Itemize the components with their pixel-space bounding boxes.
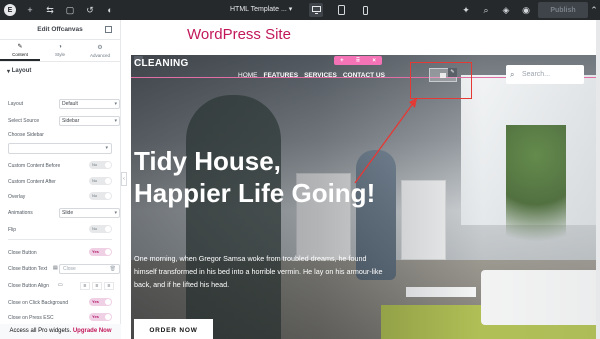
nav-contact[interactable]: CONTACT US	[343, 72, 385, 79]
row-layout: Layout Default	[8, 99, 120, 111]
tab-style[interactable]: ◑ Style	[40, 40, 80, 61]
publish-options-chevron-icon[interactable]: ⌃	[588, 0, 600, 20]
animations-select[interactable]: Slide	[59, 208, 120, 218]
layout-select[interactable]: Default	[59, 99, 120, 109]
row-close-on-esc: Close on Press ESC Yes	[8, 313, 114, 324]
history-icon[interactable]: ↺	[80, 0, 100, 20]
site-search-input[interactable]: ⌕ Search...	[506, 65, 584, 84]
site-preview: WordPress Site + ⠿ × CLEANING HOME FEATU…	[127, 20, 600, 339]
row-close-button: Close Button Yes	[8, 248, 114, 258]
panel-title: Edit Offcanvas	[37, 26, 83, 33]
chevron-down-icon: ▾	[288, 6, 293, 13]
row-select-source: Select Source Sidebar	[8, 116, 120, 128]
document-title-dropdown[interactable]: HTML Template ... ▾	[230, 0, 292, 20]
settings-sliders-icon[interactable]: ⇆	[40, 0, 60, 20]
pro-promo-bar: Access all Pro widgets. Upgrade Now	[0, 324, 121, 339]
align-right-button[interactable]: ≡	[104, 282, 114, 290]
align-left-button[interactable]: ≡	[80, 282, 90, 290]
preview-eye-icon[interactable]: ◉	[518, 0, 534, 20]
row-flip: Flip No	[8, 225, 114, 235]
row-close-button-text: Close Button Text ▤ Close 🗑	[8, 264, 120, 276]
page-icon[interactable]: ▢	[60, 0, 80, 20]
custom-before-toggle[interactable]: No	[89, 161, 112, 169]
section-handle[interactable]: + ⠿ ×	[334, 56, 382, 65]
close-on-click-bg-toggle[interactable]: Yes	[89, 298, 112, 306]
site-logo[interactable]: CLEANING	[134, 58, 189, 69]
row-choose-sidebar: Choose Sidebar	[8, 132, 44, 138]
flip-toggle[interactable]: No	[89, 225, 112, 233]
notifications-icon[interactable]: ✦	[458, 0, 474, 20]
nav-home[interactable]: HOME	[238, 72, 258, 79]
widgets-grid-icon[interactable]	[105, 26, 112, 33]
mobile-icon[interactable]	[358, 3, 372, 17]
preview-scrollbar[interactable]	[596, 20, 600, 339]
panel-tabs: ✎ Content ◑ Style ⚙ Advanced	[0, 40, 120, 62]
order-now-button[interactable]: ORDER NOW	[134, 319, 213, 339]
tab-advanced[interactable]: ⚙ Advanced	[80, 40, 120, 61]
trash-icon[interactable]: 🗑	[110, 265, 116, 274]
row-animations: Animations Slide	[8, 208, 120, 220]
site-nav: HOME FEATURES SERVICES CONTACT US	[238, 72, 385, 79]
layers-icon[interactable]: ◈	[498, 0, 514, 20]
nav-services[interactable]: SERVICES	[304, 72, 337, 79]
tablet-icon[interactable]	[334, 3, 348, 17]
upgrade-now-link[interactable]: Upgrade Now	[73, 328, 112, 334]
annotation-highlight-box	[410, 62, 472, 99]
row-close-on-click-bg: Close on Click Background Yes	[8, 298, 114, 308]
pencil-icon: ✎	[17, 43, 23, 50]
drag-handle-icon[interactable]: ⠿	[356, 57, 360, 64]
select-source-select[interactable]: Sidebar	[59, 116, 120, 126]
panel-header: Edit Offcanvas	[0, 20, 120, 40]
close-on-esc-toggle[interactable]: Yes	[89, 313, 112, 321]
close-icon[interactable]: ×	[372, 58, 376, 64]
divider	[8, 239, 112, 240]
add-icon[interactable]: +	[20, 0, 40, 20]
top-bar: E + ⇆ ▢ ↺ ◐ HTML Template ... ▾ ✦ ⌕ ◈ ◉ …	[0, 0, 600, 20]
row-custom-before: Custom Content Before No	[8, 161, 114, 171]
row-overlay: Overlay No	[8, 192, 114, 202]
align-center-button[interactable]: ≡	[92, 282, 102, 290]
style-icon: ◑	[58, 44, 62, 50]
custom-after-toggle[interactable]: No	[89, 177, 112, 185]
search-icon[interactable]: ⌕	[478, 0, 494, 20]
responsive-desktop-icon[interactable]: ▭	[58, 282, 63, 288]
row-close-button-align: Close Button Align ▭ ≡ ≡ ≡	[8, 282, 114, 292]
desktop-icon[interactable]	[309, 3, 323, 17]
nav-features[interactable]: FEATURES	[264, 72, 299, 79]
contrast-icon[interactable]: ◐	[100, 0, 120, 20]
close-button-toggle[interactable]: Yes	[89, 248, 112, 256]
editor-panel: Edit Offcanvas ✎ Content ◑ Style ⚙ Advanced…	[0, 20, 121, 339]
close-button-text-input[interactable]: Close 🗑	[59, 264, 120, 274]
choose-sidebar-select[interactable]	[8, 143, 112, 154]
preview-label: WordPress Site	[187, 26, 291, 43]
elementor-logo-icon[interactable]: E	[0, 0, 20, 20]
hero-paragraph: One morning, when Gregor Samsa woke from…	[134, 254, 383, 289]
row-custom-after: Custom Content After No	[8, 177, 114, 187]
publish-button[interactable]: Publish	[538, 2, 588, 18]
tab-content[interactable]: ✎ Content	[0, 40, 40, 61]
search-icon: ⌕	[510, 70, 515, 79]
hero-heading: Tidy House, Happier Life Going!	[134, 146, 376, 208]
section-layout-toggle[interactable]: ▾ Layout	[0, 62, 120, 80]
overlay-toggle[interactable]: No	[89, 192, 112, 200]
dynamic-tags-icon[interactable]: ▤	[53, 265, 58, 271]
gear-icon: ⚙	[97, 44, 103, 51]
add-section-icon[interactable]: +	[340, 58, 344, 64]
